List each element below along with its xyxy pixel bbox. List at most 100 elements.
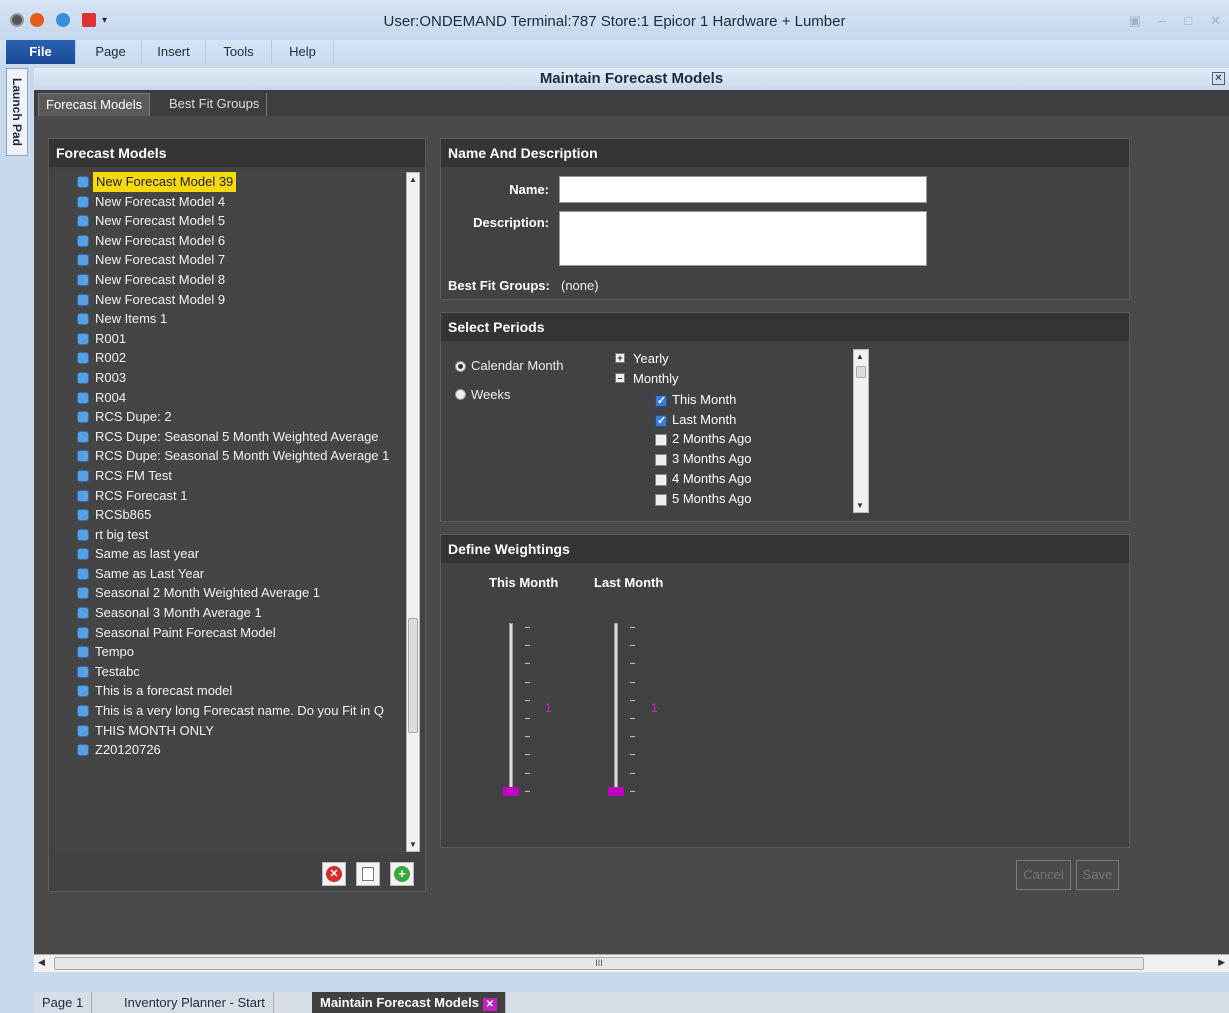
list-item[interactable]: Z20120726 bbox=[55, 740, 403, 760]
month-checkbox[interactable] bbox=[655, 473, 667, 486]
list-item[interactable]: This is a very long Forecast name. Do yo… bbox=[55, 701, 403, 721]
list-item[interactable]: R004 bbox=[55, 388, 403, 408]
minimize-icon[interactable]: – bbox=[1159, 13, 1166, 29]
collapse-monthly-icon[interactable]: – bbox=[615, 373, 625, 383]
list-item[interactable]: New Forecast Model 4 bbox=[55, 192, 403, 212]
list-item[interactable]: rt big test bbox=[55, 525, 403, 545]
slider-tick bbox=[630, 718, 635, 719]
launch-pad-tab[interactable]: Launch Pad bbox=[6, 68, 28, 156]
list-item[interactable]: RCS Dupe: Seasonal 5 Month Weighted Aver… bbox=[55, 446, 403, 466]
description-input[interactable] bbox=[559, 211, 927, 266]
monthly-node[interactable]: Monthly bbox=[633, 371, 679, 386]
save-button[interactable]: Save bbox=[1076, 860, 1119, 890]
list-item[interactable]: RCS Forecast 1 bbox=[55, 486, 403, 506]
list-item[interactable]: New Forecast Model 5 bbox=[55, 211, 403, 231]
list-item[interactable]: THIS MONTH ONLY bbox=[55, 721, 403, 741]
expand-yearly-icon[interactable]: + bbox=[615, 353, 625, 363]
list-item[interactable]: RCSb865 bbox=[55, 505, 403, 525]
list-item[interactable]: New Forecast Model 9 bbox=[55, 290, 403, 310]
page-tab-maintain-forecast-models[interactable]: Maintain Forecast Models ✕ bbox=[312, 992, 506, 1013]
scroll-right-icon[interactable]: ▶ bbox=[1218, 957, 1225, 968]
month-checkbox[interactable] bbox=[655, 394, 667, 407]
name-input[interactable] bbox=[559, 176, 927, 203]
list-item[interactable]: Tempo bbox=[55, 642, 403, 662]
scroll-up-icon[interactable]: ▲ bbox=[856, 352, 864, 361]
menu-page[interactable]: Page bbox=[80, 40, 142, 64]
name-description-panel: Name And Description Name: Description: … bbox=[440, 138, 1130, 300]
slider-track[interactable] bbox=[614, 623, 618, 793]
month-checkbox[interactable] bbox=[655, 493, 667, 506]
forecast-model-icon bbox=[77, 254, 89, 267]
list-item[interactable]: R002 bbox=[55, 348, 403, 368]
slider-track[interactable] bbox=[509, 623, 513, 793]
menu-tools[interactable]: Tools bbox=[206, 40, 272, 64]
tab-forecast-models[interactable]: Forecast Models bbox=[38, 93, 151, 116]
close-icon[interactable]: ✕ bbox=[1210, 13, 1221, 29]
forecast-model-icon bbox=[77, 234, 89, 247]
list-item-label: New Items 1 bbox=[95, 311, 168, 327]
list-item[interactable]: New Items 1 bbox=[55, 309, 403, 329]
close-tab-icon[interactable]: ✕ bbox=[482, 998, 497, 1011]
yearly-node[interactable]: Yearly bbox=[633, 351, 669, 366]
list-item[interactable]: RCS Dupe: 2 bbox=[55, 407, 403, 427]
maximize-icon[interactable]: □ bbox=[1184, 13, 1192, 29]
delete-model-button[interactable]: ✕ bbox=[322, 862, 346, 886]
calendar-month-radio[interactable] bbox=[455, 361, 466, 372]
slider-thumb[interactable] bbox=[608, 787, 624, 796]
description-label: Description: bbox=[473, 215, 549, 230]
list-item[interactable]: Seasonal Paint Forecast Model bbox=[55, 623, 403, 643]
title-bar: ▾ User:ONDEMAND Terminal:787 Store:1 Epi… bbox=[0, 0, 1229, 44]
tab-best-fit-groups[interactable]: Best Fit Groups bbox=[162, 93, 268, 116]
list-item[interactable]: New Forecast Model 39 bbox=[55, 172, 403, 192]
scroll-left-icon[interactable]: ◀ bbox=[38, 957, 45, 968]
cancel-button[interactable]: Cancel bbox=[1016, 860, 1071, 890]
slider-thumb[interactable] bbox=[503, 787, 519, 796]
list-item[interactable]: Same as last year bbox=[55, 544, 403, 564]
periods-scrollbar[interactable]: ▲ ▼ bbox=[853, 349, 869, 513]
page-tab-inventory-planner[interactable]: Inventory Planner - Start bbox=[116, 992, 274, 1013]
list-item[interactable]: New Forecast Model 7 bbox=[55, 250, 403, 270]
list-item-label: This is a forecast model bbox=[95, 683, 233, 699]
list-item[interactable]: Seasonal 2 Month Weighted Average 1 bbox=[55, 583, 403, 603]
scroll-thumb[interactable] bbox=[856, 366, 866, 378]
weeks-radio[interactable] bbox=[455, 389, 466, 400]
forecast-model-list: New Forecast Model 39 New Forecast Model … bbox=[55, 172, 403, 852]
list-scrollbar[interactable]: ▲ ▼ bbox=[406, 172, 420, 852]
copy-model-button[interactable] bbox=[356, 862, 380, 886]
list-item[interactable]: This is a forecast model bbox=[55, 681, 403, 701]
close-page-icon[interactable]: ✕ bbox=[1212, 72, 1225, 85]
menu-insert[interactable]: Insert bbox=[142, 40, 206, 64]
list-item[interactable]: R003 bbox=[55, 368, 403, 388]
restore-icon[interactable]: ▣ bbox=[1129, 13, 1141, 29]
scroll-thumb[interactable]: III bbox=[54, 957, 1144, 970]
slider-tick bbox=[630, 627, 635, 628]
month-checkbox[interactable] bbox=[655, 434, 667, 447]
page-tab-page-1[interactable]: Page 1 bbox=[34, 992, 93, 1013]
panel-title: Select Periods bbox=[441, 313, 1129, 341]
list-item[interactable]: New Forecast Model 6 bbox=[55, 231, 403, 251]
list-item[interactable]: RCS Dupe: Seasonal 5 Month Weighted Aver… bbox=[55, 427, 403, 447]
list-item[interactable]: RCS FM Test bbox=[55, 466, 403, 486]
list-item[interactable]: Seasonal 3 Month Average 1 bbox=[55, 603, 403, 623]
month-checkbox[interactable] bbox=[655, 414, 667, 427]
scroll-up-icon[interactable]: ▲ bbox=[409, 175, 417, 184]
list-item[interactable]: New Forecast Model 8 bbox=[55, 270, 403, 290]
scroll-thumb[interactable] bbox=[408, 618, 418, 733]
menu-help[interactable]: Help bbox=[272, 40, 334, 64]
list-item-label: R004 bbox=[95, 389, 127, 405]
add-model-button[interactable]: + bbox=[390, 862, 414, 886]
slider-tick bbox=[630, 790, 635, 792]
list-item[interactable]: Same as Last Year bbox=[55, 564, 403, 584]
menu-file[interactable]: File bbox=[6, 40, 76, 64]
scroll-down-icon[interactable]: ▼ bbox=[409, 840, 417, 849]
list-item[interactable]: Testabc bbox=[55, 662, 403, 682]
forecast-model-icon bbox=[77, 352, 89, 365]
month-checkbox[interactable] bbox=[655, 454, 667, 467]
last-month-column-header: Last Month bbox=[594, 575, 664, 590]
list-item-label: New Forecast Model 5 bbox=[95, 213, 226, 229]
list-item[interactable]: R001 bbox=[55, 329, 403, 349]
forecast-model-icon bbox=[77, 450, 89, 463]
horizontal-scrollbar[interactable]: ◀ III ▶ bbox=[34, 954, 1229, 972]
scroll-down-icon[interactable]: ▼ bbox=[856, 501, 864, 510]
slider-tick bbox=[525, 772, 530, 774]
